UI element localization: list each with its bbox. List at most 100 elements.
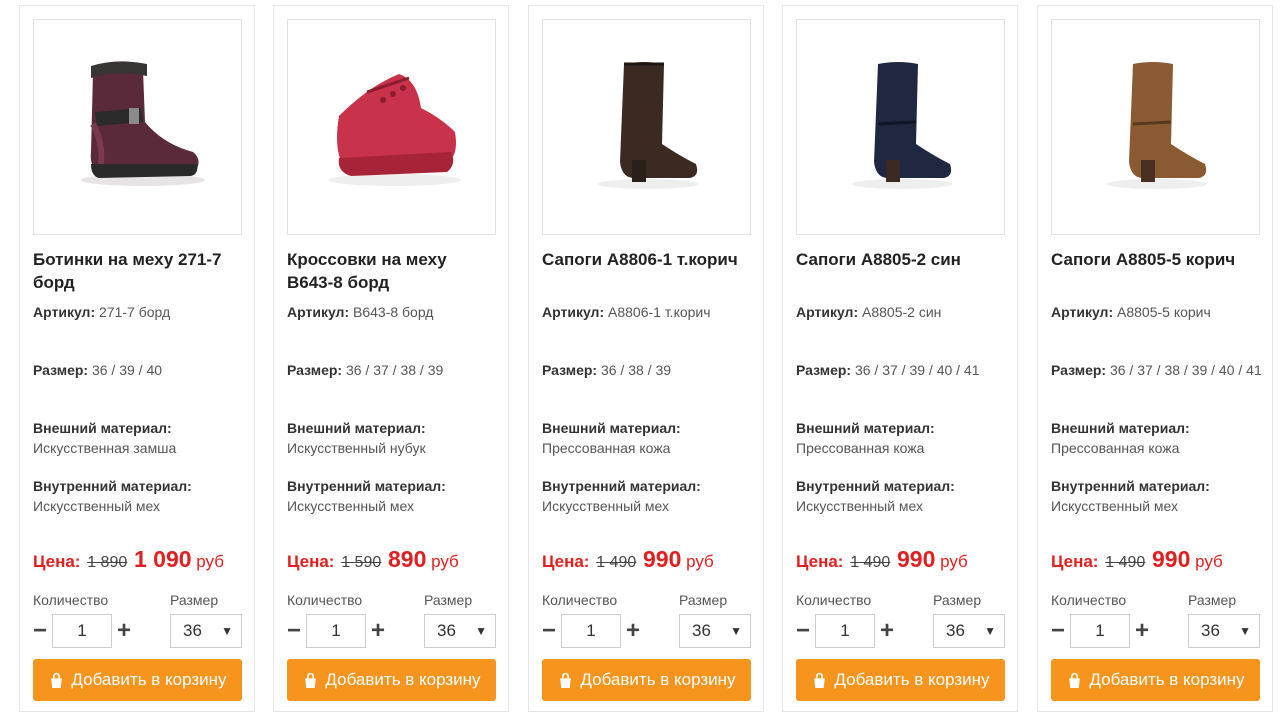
size-select[interactable]: 36 ▼ xyxy=(1188,614,1260,648)
size-select[interactable]: 36 ▼ xyxy=(170,614,242,648)
add-to-cart-button[interactable]: Добавить в корзину xyxy=(1051,659,1260,701)
product-sizes: Размер: 36 / 37 / 38 / 39 / 40 / 41 xyxy=(1051,360,1263,380)
product-title[interactable]: Ботинки на меху 271-7 борд xyxy=(33,248,243,294)
price-label: Цена: xyxy=(1051,552,1099,571)
quantity-label: Количество xyxy=(287,592,363,608)
product-image[interactable] xyxy=(796,19,1005,235)
quantity-minus-button[interactable]: − xyxy=(31,618,49,644)
product-article: Артикул: A8806-1 т.корич xyxy=(542,302,754,322)
product-image[interactable] xyxy=(33,19,242,235)
old-price: 1 890 xyxy=(87,554,128,571)
outer-material-value: Прессованная кожа xyxy=(1051,440,1180,456)
inner-material-value: Искусственный мех xyxy=(287,498,415,514)
size-select-label: Размер xyxy=(424,592,473,608)
chevron-down-icon: ▼ xyxy=(221,624,233,638)
quantity-minus-button[interactable]: − xyxy=(794,618,812,644)
quantity-input[interactable]: 1 xyxy=(815,614,875,648)
shopping-bag-icon xyxy=(305,672,317,688)
article-value: A8805-2 син xyxy=(862,304,942,320)
inner-material: Внутренний материал: Искусственный мех xyxy=(796,476,1008,516)
sizes-value: 36 / 38 / 39 xyxy=(600,362,672,378)
quantity-plus-button[interactable]: + xyxy=(624,618,642,644)
outer-material-label: Внешний материал: xyxy=(796,420,935,436)
inner-material-label: Внутренний материал: xyxy=(542,478,701,494)
quantity-input[interactable]: 1 xyxy=(52,614,112,648)
add-to-cart-button[interactable]: Добавить в корзину xyxy=(542,659,751,701)
product-title[interactable]: Сапоги A8805-2 син xyxy=(796,248,1006,271)
size-label: Размер: xyxy=(33,362,89,378)
inner-material-value: Искусственный мех xyxy=(1051,498,1179,514)
article-label: Артикул: xyxy=(1051,304,1114,320)
outer-material-value: Искусственный нубук xyxy=(287,440,426,456)
price-block: Цена: 1 490 990 руб xyxy=(542,546,757,573)
currency-label: руб xyxy=(686,552,714,571)
outer-material: Внешний материал: Искусственный нубук xyxy=(287,418,499,458)
article-value: 271-7 борд xyxy=(99,304,171,320)
outer-material-value: Прессованная кожа xyxy=(542,440,671,456)
tall-boot-icon xyxy=(851,62,952,189)
outer-material-label: Внешний материал: xyxy=(33,420,172,436)
sneaker-icon xyxy=(328,74,461,186)
quantity-plus-button[interactable]: + xyxy=(369,618,387,644)
selected-size: 36 xyxy=(1201,621,1220,640)
size-label: Размер: xyxy=(287,362,343,378)
chevron-down-icon: ▼ xyxy=(984,624,996,638)
quantity-minus-button[interactable]: − xyxy=(540,618,558,644)
quantity-label: Количество xyxy=(33,592,109,608)
product-card: Ботинки на меху 271-7 борд Артикул: 271-… xyxy=(19,5,255,712)
outer-material: Внешний материал: Прессованная кожа xyxy=(796,418,1008,458)
size-select[interactable]: 36 ▼ xyxy=(679,614,751,648)
new-price: 1 090 xyxy=(133,546,192,572)
quantity-label: Количество xyxy=(1051,592,1127,608)
article-label: Артикул: xyxy=(287,304,350,320)
price-block: Цена: 1 490 990 руб xyxy=(796,546,1011,573)
article-label: Артикул: xyxy=(796,304,859,320)
article-value: A8805-5 корич xyxy=(1117,304,1211,320)
article-value: B643-8 борд xyxy=(353,304,434,320)
outer-material-label: Внешний материал: xyxy=(287,420,426,436)
quantity-input[interactable]: 1 xyxy=(306,614,366,648)
add-to-cart-button[interactable]: Добавить в корзину xyxy=(33,659,242,701)
shopping-bag-icon xyxy=(814,672,826,688)
article-label: Артикул: xyxy=(542,304,605,320)
product-article: Артикул: A8805-5 корич xyxy=(1051,302,1263,322)
add-to-cart-label: Добавить в корзину xyxy=(580,670,736,689)
add-to-cart-button[interactable]: Добавить в корзину xyxy=(796,659,1005,701)
product-image[interactable] xyxy=(542,19,751,235)
size-select[interactable]: 36 ▼ xyxy=(424,614,496,648)
inner-material-label: Внутренний материал: xyxy=(287,478,446,494)
quantity-input[interactable]: 1 xyxy=(561,614,621,648)
product-title[interactable]: Кроссовки на меху B643-8 борд xyxy=(287,248,497,294)
quantity-plus-button[interactable]: + xyxy=(1133,618,1151,644)
price-block: Цена: 1 490 990 руб xyxy=(1051,546,1266,573)
inner-material-value: Искусственный мех xyxy=(33,498,161,514)
quantity-minus-button[interactable]: − xyxy=(285,618,303,644)
inner-material-label: Внутренний материал: xyxy=(1051,478,1210,494)
product-card: Сапоги A8805-5 корич Артикул: A8805-5 ко… xyxy=(1037,5,1273,712)
quantity-input[interactable]: 1 xyxy=(1070,614,1130,648)
new-price: 990 xyxy=(642,546,682,572)
selected-size: 36 xyxy=(946,621,965,640)
product-title[interactable]: Сапоги A8806-1 т.корич xyxy=(542,248,752,271)
size-label: Размер: xyxy=(1051,362,1107,378)
tall-boot-icon xyxy=(1106,62,1207,189)
product-image[interactable] xyxy=(1051,19,1260,235)
quantity-minus-button[interactable]: − xyxy=(1049,618,1067,644)
currency-label: руб xyxy=(1195,552,1223,571)
inner-material-value: Искусственный мех xyxy=(542,498,670,514)
quantity-plus-button[interactable]: + xyxy=(878,618,896,644)
chevron-down-icon: ▼ xyxy=(475,624,487,638)
chevron-down-icon: ▼ xyxy=(1239,624,1251,638)
shopping-bag-icon xyxy=(1069,672,1081,688)
product-image[interactable] xyxy=(287,19,496,235)
outer-material: Внешний материал: Прессованная кожа xyxy=(1051,418,1263,458)
add-to-cart-button[interactable]: Добавить в корзину xyxy=(287,659,496,701)
price-label: Цена: xyxy=(796,552,844,571)
sizes-value: 36 / 37 / 38 / 39 / 40 / 41 xyxy=(1109,362,1262,378)
selected-size: 36 xyxy=(692,621,711,640)
quantity-plus-button[interactable]: + xyxy=(115,618,133,644)
product-title[interactable]: Сапоги A8805-5 корич xyxy=(1051,248,1261,271)
size-select[interactable]: 36 ▼ xyxy=(933,614,1005,648)
shopping-bag-icon xyxy=(560,672,572,688)
price-label: Цена: xyxy=(33,552,81,571)
